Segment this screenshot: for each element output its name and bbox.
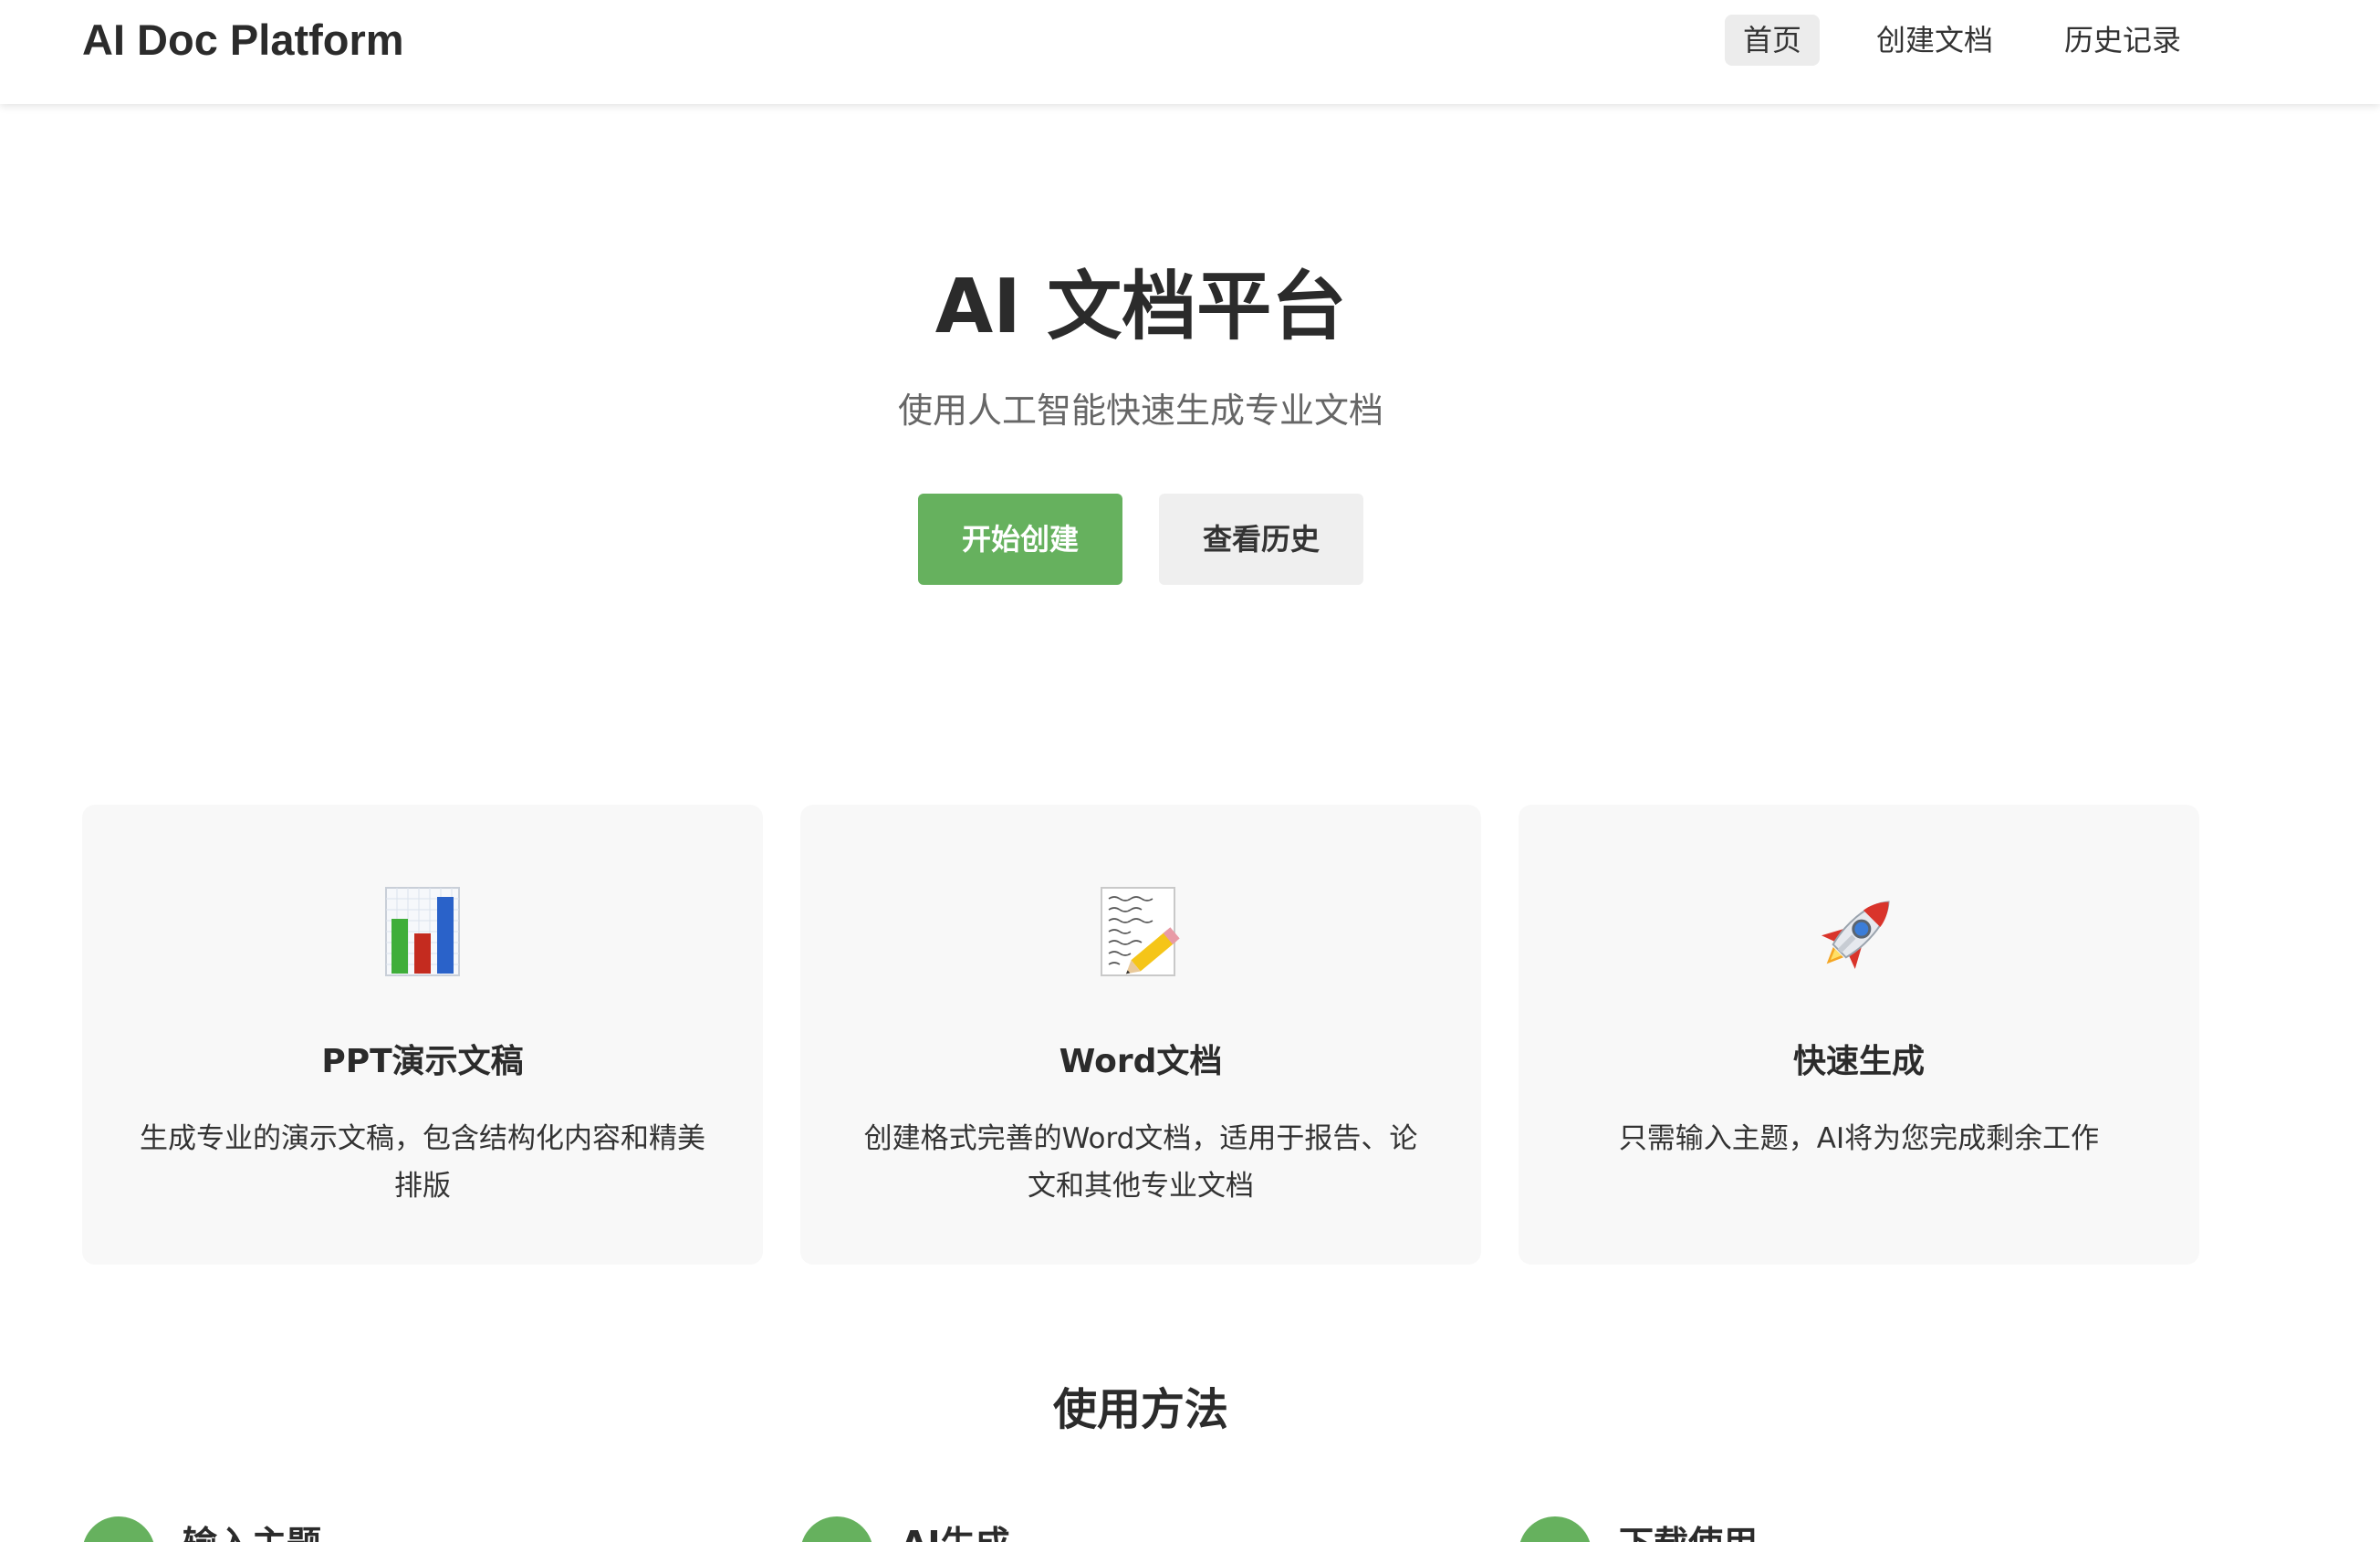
nav-home[interactable]: 首页 [1725,15,1821,66]
brand-logo[interactable]: AI Doc Platform [82,13,404,68]
step-title: 下载使用 [1619,1518,1758,1542]
feature-card-word: Word文档 创建格式完善的Word文档，适用于报告、论文和其他专业文档 [800,805,1481,1265]
hero-subtitle: 使用人工智能快速生成专业文档 [897,391,1383,431]
feature-title: PPT演示文稿 [321,1043,524,1080]
usage-section-title: 使用方法 [1052,1384,1228,1435]
step-title: 输入主题 [183,1518,321,1542]
step-number-badge [1519,1516,1592,1542]
nav-history[interactable]: 历史记录 [2046,15,2199,66]
feature-description: 只需输入主题，AI将为您完成剩余工作 [1618,1122,2100,1155]
feature-title: Word文档 [1059,1043,1223,1080]
feature-card-ppt: PPT演示文稿 生成专业的演示文稿，包含结构化内容和精美排版 [82,805,763,1265]
feature-description: 生成专业的演示文稿，包含结构化内容和精美排版 [140,1122,705,1203]
step-title: AI生成 [901,1518,1010,1542]
memo-icon [800,881,1481,982]
rocket-icon [1519,881,2199,982]
feature-card-fast: 快速生成 只需输入主题，AI将为您完成剩余工作 [1519,805,2199,1265]
step-number-badge [800,1516,873,1542]
step-number-badge [82,1516,155,1542]
feature-title: 快速生成 [1792,1043,1925,1080]
hero-title: AI 文档平台 [934,264,1347,350]
start-create-button[interactable]: 开始创建 [918,494,1122,585]
nav-create-document[interactable]: 创建文档 [1858,15,2011,66]
view-history-button[interactable]: 查看历史 [1159,494,1363,585]
top-navbar: AI Doc Platform 首页 创建文档 历史记录 [0,0,2380,104]
bar-chart-icon [82,881,763,982]
feature-description: 创建格式完善的Word文档，适用于报告、论文和其他专业文档 [863,1122,1418,1203]
